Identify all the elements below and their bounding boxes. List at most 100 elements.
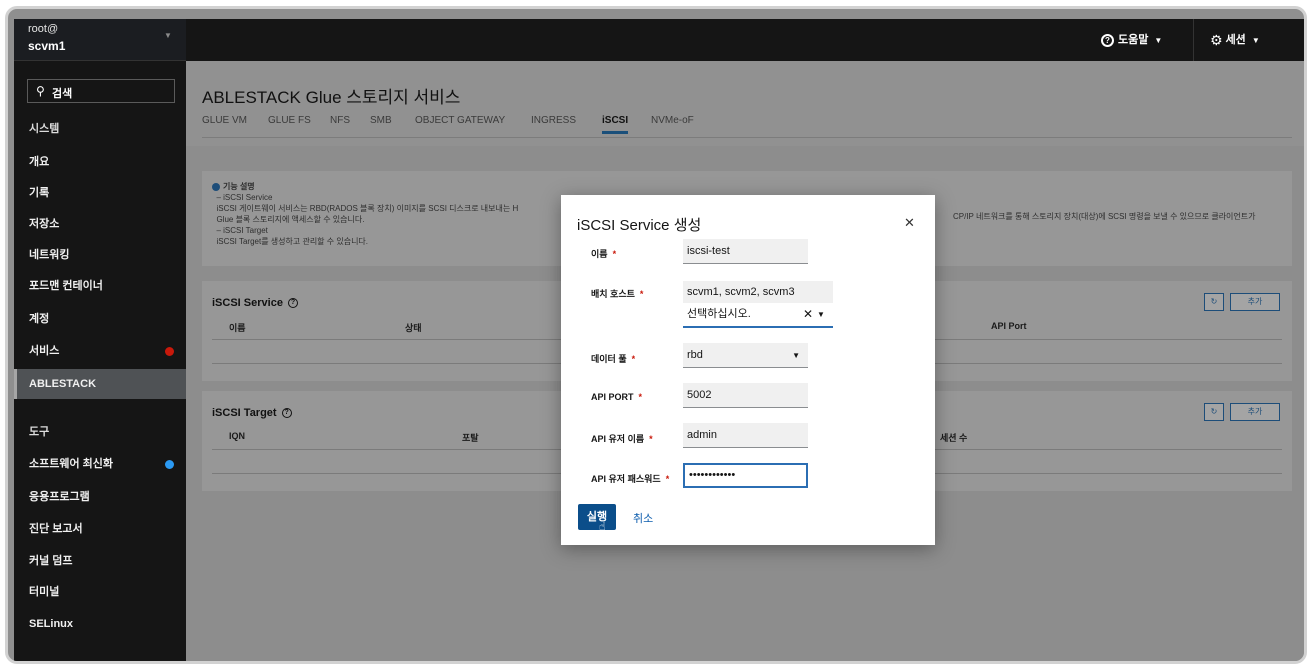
required-marker: *: [612, 249, 617, 259]
name-input[interactable]: iscsi-test: [683, 239, 808, 264]
host-name: scvm1: [28, 39, 66, 53]
pool-select[interactable]: rbd ▼: [683, 343, 808, 368]
session-menu-button[interactable]: ⚙ 세션 ▼: [1210, 31, 1260, 49]
required-marker: *: [665, 474, 670, 484]
search-icon: ⚲: [36, 84, 45, 98]
gear-icon: ⚙: [1210, 31, 1223, 48]
refresh-icon: ↻: [1210, 407, 1218, 416]
api-password-label-text: API 유저 패스워드: [591, 474, 661, 484]
tab-smb[interactable]: SMB: [370, 115, 392, 126]
chevron-down-icon: ▼: [1154, 36, 1163, 45]
tab-glue-fs[interactable]: GLUE FS: [268, 115, 311, 126]
tab-divider: [202, 137, 1292, 138]
divider: [1193, 19, 1194, 61]
api-user-input[interactable]: admin: [683, 423, 808, 448]
clear-icon[interactable]: ✕: [803, 303, 813, 326]
refresh-button[interactable]: ↻: [1204, 403, 1224, 421]
sidebar-item-storage[interactable]: 저장소: [14, 209, 186, 239]
session-label: 세션: [1225, 34, 1246, 46]
search-input[interactable]: ⚲ 검색: [27, 79, 175, 103]
help-icon[interactable]: ?: [281, 408, 292, 419]
description-line: – iSCSI Service: [216, 193, 273, 202]
hosts-typeahead-select[interactable]: 선택하십시오. ✕ ▼: [683, 303, 833, 328]
sidebar-item-selinux[interactable]: SELinux: [14, 609, 186, 639]
column-header-api-port: API Port: [991, 321, 1027, 331]
tab-ingress[interactable]: INGRESS: [531, 115, 576, 126]
api-password-input[interactable]: ••••••••••••: [683, 463, 808, 488]
refresh-button[interactable]: ↻: [1204, 293, 1224, 311]
column-header-session-count: 세션 수: [940, 433, 968, 443]
column-header-iqn: IQN: [229, 431, 246, 441]
tab-glue-vm[interactable]: GLUE VM: [202, 115, 247, 126]
required-marker: *: [639, 289, 644, 299]
description-line: iSCSI 게이트웨이 서비스는 RBD(RADOS 블록 장치) 이미지를 S…: [216, 204, 519, 213]
selected-hosts: scvm1, scvm2, scvm3: [683, 281, 833, 303]
tab-object-gateway[interactable]: OBJECT GATEWAY: [415, 115, 505, 126]
sidebar-item-applications[interactable]: 응용프로그램: [14, 482, 186, 512]
sidebar-item-terminal[interactable]: 터미널: [14, 577, 186, 607]
hosts-label-text: 배치 호스트: [591, 289, 635, 299]
api-port-label-text: API PORT: [591, 392, 634, 402]
tab-nvme-of[interactable]: NVMe-oF: [651, 115, 694, 126]
run-button[interactable]: 실행 ☝: [578, 504, 616, 533]
description-line-continuation: CP/IP 네트워크를 통해 스토리지 장치(대상)에 SCSI 명령을 보낼 …: [953, 212, 1256, 221]
pointer-cursor-icon: ☝: [599, 521, 606, 533]
add-target-button[interactable]: 추가: [1230, 403, 1280, 421]
sidebar-item-logs[interactable]: 기록: [14, 178, 186, 208]
create-iscsi-service-modal: iSCSI Service 생성 ✕ 이름 * iscsi-test 배치 호스트…: [561, 195, 935, 545]
modal-title: iSCSI Service 생성: [577, 217, 702, 234]
description-line: iSCSI Target를 생성하고 관리할 수 있습니다.: [216, 237, 369, 246]
card-title: iSCSI Service ?: [212, 297, 298, 309]
add-service-button[interactable]: 추가: [1230, 293, 1280, 311]
user-menu[interactable]: root@ scvm1 ▼: [14, 19, 186, 61]
chevron-down-icon: ▼: [164, 31, 172, 40]
chevron-down-icon: ▼: [1251, 36, 1260, 45]
hosts-placeholder: 선택하십시오.: [687, 308, 751, 320]
card-title-text: iSCSI Target: [212, 407, 277, 419]
help-icon[interactable]: ?: [288, 298, 298, 309]
page-title: ABLESTACK Glue 스토리지 서비스: [202, 88, 461, 107]
sidebar-item-label: 서비스: [29, 345, 60, 357]
chevron-down-icon[interactable]: ▼: [817, 303, 825, 326]
sidebar-item-ablestack[interactable]: ABLESTACK: [14, 369, 186, 399]
sidebar-item-networking[interactable]: 네트워킹: [14, 240, 186, 270]
pool-label-text: 데이터 풀: [591, 354, 627, 364]
description-text: 기능 설명 – iSCSI Service iSCSI 게이트웨이 서비스는 R…: [212, 181, 518, 247]
sidebar-item-diagnostic-reports[interactable]: 진단 보고서: [14, 514, 186, 544]
sidebar-section-tools: 도구: [29, 426, 50, 438]
sidebar-item-services[interactable]: 서비스: [14, 336, 186, 366]
column-header-status: 상태: [405, 323, 422, 333]
card-title-text: iSCSI Service: [212, 297, 283, 309]
top-bar: ? 도움말 ▼ ⚙ 세션 ▼: [186, 19, 1304, 61]
api-port-input[interactable]: 5002: [683, 383, 808, 408]
sidebar-item-overview[interactable]: 개요: [14, 147, 186, 177]
sidebar-item-accounts[interactable]: 계정: [14, 304, 186, 334]
user-name-line1: root@: [28, 23, 59, 35]
api-user-label: API 유저 이름 *: [591, 432, 653, 445]
name-label: 이름 *: [591, 247, 616, 260]
required-marker: *: [638, 392, 643, 402]
pool-value: rbd: [687, 349, 703, 361]
search-placeholder: 검색: [52, 88, 73, 100]
close-icon[interactable]: ✕: [904, 215, 915, 231]
help-menu-button[interactable]: ? 도움말 ▼: [1101, 31, 1162, 49]
info-badge-icon: [165, 460, 174, 469]
help-icon: ?: [1101, 33, 1114, 47]
tab-nfs[interactable]: NFS: [330, 115, 350, 126]
description-line: Glue 블록 스토리지에 액세스할 수 있습니다.: [216, 215, 365, 224]
sidebar-section-system: 시스템: [29, 123, 60, 135]
pool-label: 데이터 풀 *: [591, 352, 635, 365]
tab-iscsi[interactable]: iSCSI: [602, 115, 629, 134]
cockpit-app: root@ scvm1 ▼ ⚲ 검색 시스템 개요 기록 저장소 네트워킹 포드…: [14, 19, 1304, 661]
column-header-portal: 포탈: [462, 433, 479, 443]
sidebar: root@ scvm1 ▼ ⚲ 검색 시스템 개요 기록 저장소 네트워킹 포드…: [14, 19, 186, 661]
description-heading: 기능 설명: [223, 182, 255, 191]
help-label: 도움말: [1118, 34, 1149, 46]
refresh-icon: ↻: [1210, 297, 1218, 306]
sidebar-item-podman[interactable]: 포드맨 컨테이너: [14, 271, 186, 301]
hosts-label: 배치 호스트 *: [591, 287, 643, 300]
sidebar-item-kernel-dump[interactable]: 커널 덤프: [14, 546, 186, 576]
cancel-button[interactable]: 취소: [633, 510, 653, 526]
chevron-down-icon: ▼: [792, 351, 800, 360]
sidebar-item-software-updates[interactable]: 소프트웨어 최신화: [14, 449, 186, 479]
